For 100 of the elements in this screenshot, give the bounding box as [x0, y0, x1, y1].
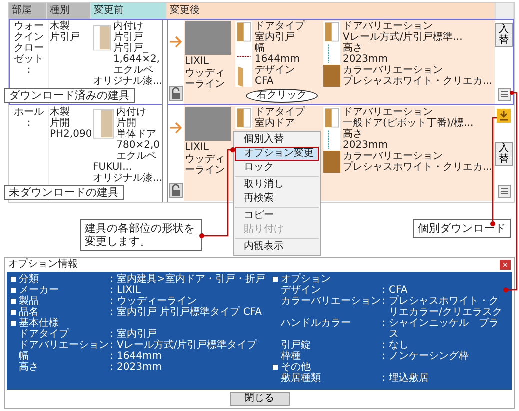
part-value: 2023mm [343, 140, 388, 151]
menu-item[interactable]: ロック [235, 161, 319, 175]
column-header[interactable]: 変更後 [167, 3, 496, 19]
info-label: オプション [281, 274, 332, 285]
part-value: CFA [255, 76, 275, 87]
color-swatch-icon [323, 65, 341, 87]
info-value: 2023mm [117, 362, 162, 373]
photo-placeholder [185, 21, 231, 55]
colon-text: : [110, 307, 114, 318]
spec-text: エクルベ [113, 65, 154, 76]
product-name: ウッディーライン [185, 154, 226, 176]
menu-item[interactable]: オプション変更 [235, 147, 319, 161]
part-value: 一般ドア(ピボット丁番)/標... [343, 118, 474, 129]
info-label: 分類 [19, 274, 40, 285]
spec-text: 片開 [116, 118, 138, 129]
colon-text: : [382, 340, 386, 351]
menu-item[interactable]: コピー [235, 209, 319, 223]
colon-text: : [382, 318, 386, 331]
info-value: 1644mm [117, 351, 162, 362]
spec-text: 内付け [113, 21, 144, 32]
type-text: 木製 [50, 107, 71, 118]
info-value: ノンケーシング枠 [389, 351, 469, 362]
info-value: 室内引戸 片引戸標準タイプ CFA [117, 307, 262, 318]
swap-button[interactable]: 入替 [495, 142, 513, 166]
info-value: なし [389, 340, 409, 351]
column-header[interactable]: 変更前 [91, 3, 167, 19]
info-value: Vレール方式/片引戸標準タイプ [117, 340, 258, 351]
close-dialog-button[interactable]: 閉じる [230, 392, 290, 406]
column-header[interactable]: 部屋 [9, 3, 47, 19]
door-icon [323, 21, 341, 43]
width-dimension-icon [235, 43, 253, 65]
before-label: FUKUI... [93, 162, 134, 173]
menu-item[interactable]: 個別入替 [235, 133, 319, 147]
spec-text: 内付け [116, 107, 148, 118]
colon-text: : [110, 296, 114, 307]
part-label: 幅 [255, 43, 266, 54]
info-value: 室内建具>室内ドア・引戸・折戸 [117, 274, 266, 285]
room-separator: : [27, 65, 31, 76]
info-value: シャインニッケル ブラス [389, 318, 500, 340]
spec-text: 1,644×2, [113, 54, 160, 65]
colon-text: : [110, 274, 114, 285]
type-text: 片開 [50, 118, 71, 129]
colon-text: : [110, 340, 114, 351]
part-label: カラーバリエーション [343, 65, 444, 76]
callout-box: 建具の各部位の形状を変更します。 [80, 219, 202, 251]
menu-item[interactable]: 取り消し [235, 178, 319, 192]
dialog-title: オプション情報 [8, 259, 78, 271]
info-label: ドアタイプ [19, 329, 70, 340]
spec-text: 片引戸_ [113, 43, 150, 54]
callout-box: ダウンロード済みの建具 [4, 88, 135, 103]
before-label: オリジナル漆... [93, 173, 160, 184]
download-icon[interactable] [497, 109, 511, 123]
info-value: ウッディーライン [117, 296, 197, 307]
info-label: カラーバリエーション [281, 296, 381, 309]
room-name: ホール [14, 107, 44, 118]
part-label: ドアタイプ [255, 21, 305, 32]
info-label: 引戸錠 [281, 340, 312, 351]
info-label: ハンドルカラー [281, 318, 352, 331]
colon-text: : [110, 329, 114, 340]
part-value: 1644mm [255, 54, 300, 65]
lock-icon[interactable] [169, 183, 183, 198]
info-label: 製品 [19, 296, 40, 307]
swap-button[interactable]: 入替 [495, 23, 513, 47]
room-separator: : [27, 118, 31, 129]
info-label: デザイン [281, 285, 322, 296]
info-value: プレシャスホワイト・クリエカラー/クリエラスク [389, 296, 504, 318]
colon-text: : [110, 362, 114, 373]
colon-text: : [382, 296, 386, 309]
colon-text: : [110, 351, 114, 362]
part-value: 2023mm [343, 54, 388, 65]
close-button[interactable]: × [500, 260, 511, 270]
arrow-icon [169, 36, 183, 48]
part-label: カラーバリエーション [343, 151, 444, 162]
door-icon [93, 107, 115, 141]
height-dimension-icon [323, 129, 341, 151]
lock-icon[interactable] [169, 86, 183, 101]
info-value: LIXIL [117, 285, 141, 296]
colon-text: : [382, 373, 386, 384]
type-text: PH2,090 [50, 129, 91, 140]
spec-text: エクルベ [116, 151, 158, 162]
info-label: 品名 [19, 307, 39, 318]
part-label: 高さ [343, 129, 364, 140]
part-value: 室内引戸 [255, 32, 296, 43]
part-value: 室内ドア [255, 118, 296, 129]
column-header[interactable]: 種別 [47, 3, 91, 19]
colon-text: : [382, 285, 386, 296]
menu-item[interactable]: 内観表示 [235, 240, 319, 254]
door-icon [235, 21, 253, 43]
callout-box: 未ダウンロードの建具 [4, 185, 124, 200]
header-cell [496, 3, 514, 19]
part-value: プレシャスホワイト・クリエカ... [343, 162, 493, 173]
colon-text: : [110, 285, 114, 296]
arrow-icon [169, 122, 183, 134]
info-label: 幅 [19, 351, 30, 362]
menu-item[interactable]: 再検索 [235, 192, 319, 206]
part-label: 高さ [343, 43, 364, 54]
list-icon[interactable] [498, 185, 510, 198]
list-icon[interactable] [498, 88, 510, 101]
part-label: ドアタイプ [255, 107, 305, 118]
spec-text: 780×2,0 [116, 140, 160, 151]
